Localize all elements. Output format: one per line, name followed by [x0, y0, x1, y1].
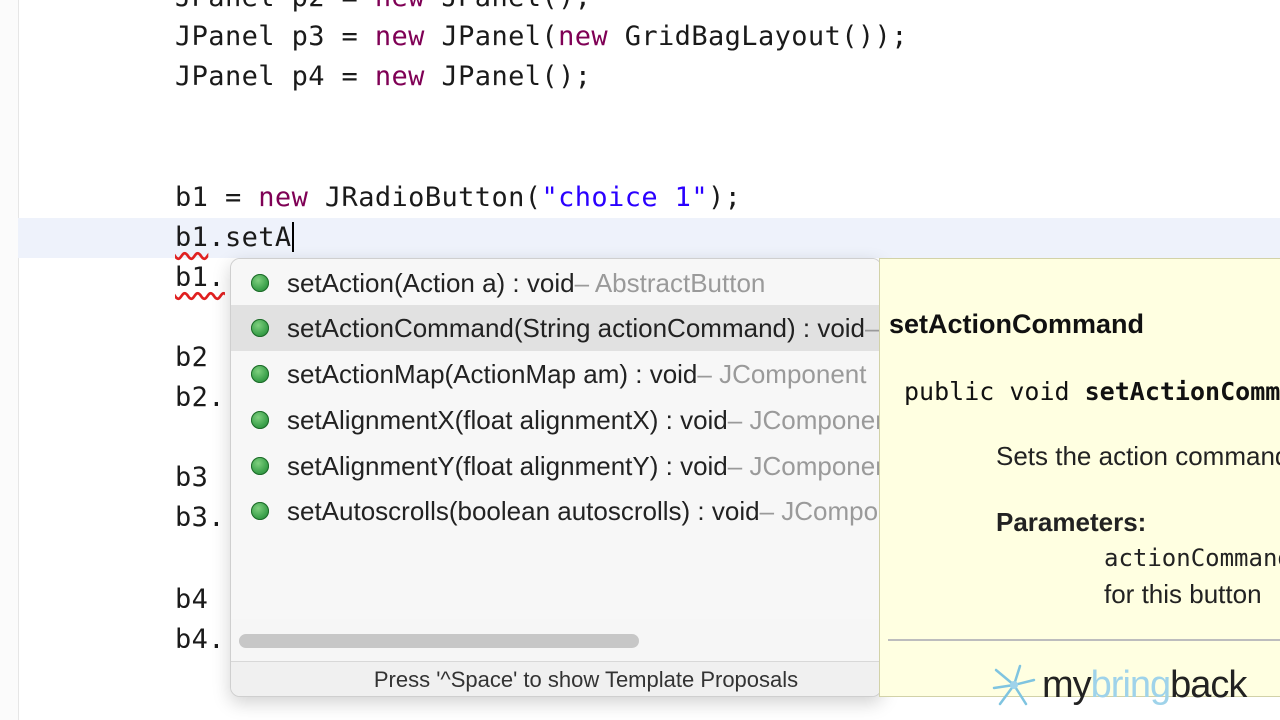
- code-line: JPanel p2 = new JPanel();: [18, 0, 1280, 18]
- public-method-icon: [251, 502, 269, 520]
- public-method-icon: [251, 411, 269, 429]
- error-token: b1: [175, 222, 209, 253]
- public-method-icon: [251, 365, 269, 383]
- code-line: b1 = new JRadioButton("choice 1");: [175, 182, 742, 213]
- proposal-item[interactable]: setAlignmentX(float alignmentX) : void –…: [231, 397, 881, 443]
- code-line: JPanel p4 = new JPanel();: [175, 61, 592, 92]
- text-caret: [291, 222, 294, 252]
- javadoc-title: setActionCommand: [889, 309, 1145, 339]
- proposal-item[interactable]: setAlignmentY(float alignmentY) : void –…: [231, 443, 881, 489]
- javadoc-hover-panel: setActionCommand public void setActionCo…: [879, 258, 1280, 697]
- template-proposals-hint: Press '^Space' to show Template Proposal…: [231, 661, 881, 696]
- code-line: JPanel p3 = new JPanel(new GridBagLayout…: [175, 21, 908, 52]
- proposal-item-selected[interactable]: setActionCommand(String actionCommand) :…: [231, 305, 881, 351]
- divider: [888, 639, 1280, 641]
- mybringback-watermark: my bring back: [990, 660, 1280, 710]
- horizontal-scrollbar[interactable]: [239, 634, 639, 648]
- javadoc-params-label: Parameters:: [996, 507, 1147, 537]
- javadoc-description: Sets the action command for this button.: [996, 441, 1280, 471]
- public-method-icon: [251, 457, 269, 475]
- public-method-icon: [251, 319, 269, 337]
- public-method-icon: [251, 274, 269, 292]
- editor-gutter: [0, 0, 19, 720]
- proposal-list[interactable]: setAction(Action a) : void – AbstractBut…: [231, 259, 881, 619]
- javadoc-param-name: actionCommand: [1104, 544, 1280, 572]
- logo-icon: [992, 664, 1036, 706]
- javadoc-signature: public void setActionCommand(String acti…: [904, 377, 1280, 406]
- javadoc-param-description: for this button: [1104, 579, 1262, 609]
- proposal-item[interactable]: setAction(Action a) : void – AbstractBut…: [231, 260, 881, 306]
- current-code-line[interactable]: b1.setA: [18, 218, 1280, 258]
- proposal-item[interactable]: setActionMap(ActionMap am) : void – JCom…: [231, 351, 881, 397]
- proposal-item[interactable]: setAutoscrolls(boolean autoscrolls) : vo…: [231, 488, 881, 534]
- content-assist-popup[interactable]: setAction(Action a) : void – AbstractBut…: [230, 258, 882, 697]
